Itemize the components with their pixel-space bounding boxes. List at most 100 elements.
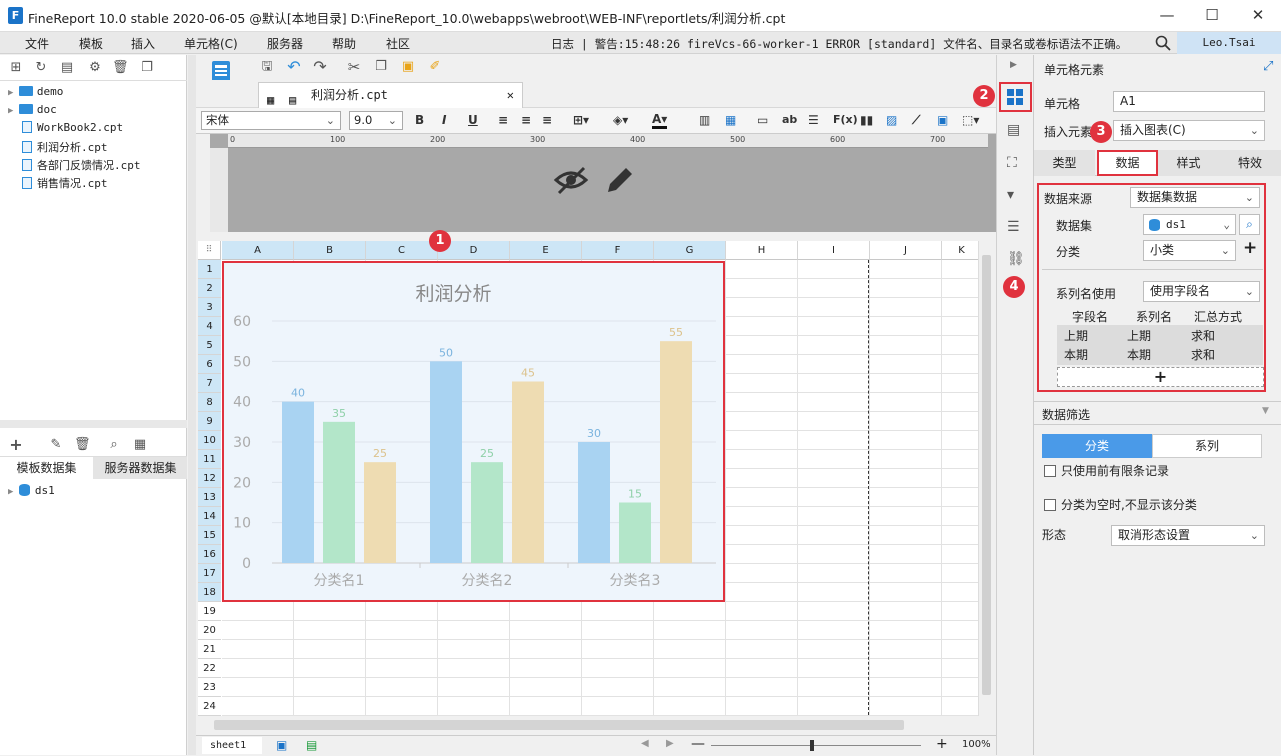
- filter-section-header[interactable]: 数据筛选 ▼: [1034, 401, 1281, 425]
- tab-type[interactable]: 类型: [1034, 150, 1095, 176]
- rich-text-icon[interactable]: ☰: [808, 113, 819, 127]
- add-poly-sheet-icon[interactable]: ▤: [306, 738, 317, 752]
- chart-cell[interactable]: 利润分析 0 10 20 30 40 50 60 40 35 25 分类名1 50 25 45 分类名2 30 1…: [222, 261, 725, 602]
- row-header[interactable]: 21: [198, 640, 221, 659]
- underline-icon[interactable]: U: [468, 113, 478, 127]
- column-header[interactable]: F: [582, 241, 654, 260]
- column-header[interactable]: G: [654, 241, 726, 260]
- minimize-button[interactable]: —: [1147, 4, 1187, 26]
- column-header[interactable]: C: [366, 241, 438, 260]
- condition-icon[interactable]: ☰: [1007, 219, 1020, 235]
- row-header[interactable]: 1: [198, 260, 221, 279]
- tree-item-doc[interactable]: ▶ doc: [8, 103, 57, 116]
- pin-icon[interactable]: ⤢: [1263, 59, 1273, 74]
- series-use-select[interactable]: 使用字段名 ⌄: [1143, 281, 1260, 302]
- shape-select[interactable]: 取消形态设置 ⌄: [1111, 525, 1265, 546]
- hide-eye-icon[interactable]: [553, 162, 589, 198]
- select-all-corner[interactable]: ⠿: [198, 241, 221, 260]
- cut-icon[interactable]: ✂: [346, 59, 362, 75]
- menu-cell[interactable]: 单元格(C): [184, 35, 238, 52]
- formula-icon[interactable]: F(x): [833, 113, 858, 126]
- insert-element-select[interactable]: 插入图表(C) ⌄: [1113, 120, 1265, 141]
- column-header[interactable]: B: [294, 241, 366, 260]
- summary-cell[interactable]: 求和: [1191, 346, 1215, 363]
- row-header[interactable]: 5: [198, 336, 221, 355]
- fill-color-icon[interactable]: ◈▾: [613, 113, 628, 127]
- row-header[interactable]: 22: [198, 659, 221, 678]
- column-header[interactable]: H: [726, 241, 798, 260]
- redo-icon[interactable]: ↷: [312, 59, 328, 75]
- text-icon[interactable]: ab: [782, 113, 797, 126]
- menu-file[interactable]: 文件: [25, 35, 49, 52]
- column-header[interactable]: I: [798, 241, 870, 260]
- column-header[interactable]: A: [222, 241, 294, 260]
- cell-element-button[interactable]: [999, 82, 1032, 112]
- edit-icon[interactable]: ✎: [48, 437, 64, 453]
- menu-server[interactable]: 服务器: [267, 35, 303, 52]
- add-icon[interactable]: +: [8, 437, 24, 453]
- chart-icon[interactable]: ▮▮: [860, 113, 873, 127]
- dataset-item-ds1[interactable]: ▶ ds1: [8, 484, 55, 497]
- filter-tab-category[interactable]: 分类: [1042, 434, 1152, 458]
- format-painter-icon[interactable]: ✐: [427, 59, 443, 75]
- row-header[interactable]: 20: [198, 621, 221, 640]
- add-sheet-icon[interactable]: ▣: [276, 738, 287, 752]
- panel-divider[interactable]: [188, 55, 196, 755]
- row-header[interactable]: 24: [198, 697, 221, 716]
- row-header[interactable]: 12: [198, 469, 221, 488]
- close-button[interactable]: ✕: [1238, 4, 1278, 26]
- horizontal-scroll-thumb[interactable]: [214, 720, 904, 730]
- vertical-scrollbar[interactable]: [978, 241, 993, 716]
- prev-icon[interactable]: ◀: [641, 738, 649, 749]
- new-folder-icon[interactable]: ⊞: [8, 60, 24, 76]
- paste-icon[interactable]: ▣: [400, 59, 416, 75]
- splitter[interactable]: [0, 420, 187, 428]
- source-select[interactable]: 数据集数据 ⌄: [1130, 187, 1260, 208]
- menu-help[interactable]: 帮助: [332, 35, 356, 52]
- add-category-icon[interactable]: +: [1243, 238, 1257, 258]
- horizontal-scrollbar[interactable]: [198, 716, 993, 734]
- tree-item-profit[interactable]: 利润分析.cpt: [22, 139, 108, 155]
- delete-icon[interactable]: 🗑: [112, 60, 129, 76]
- export-icon[interactable]: ▦: [132, 437, 148, 453]
- series-cell[interactable]: 上期: [1127, 327, 1151, 344]
- row-header[interactable]: 6: [198, 355, 221, 374]
- preview-icon[interactable]: ⌕: [106, 437, 122, 453]
- row-header[interactable]: 23: [198, 678, 221, 697]
- cell-input[interactable]: A1: [1113, 91, 1265, 112]
- next-icon[interactable]: ▶: [666, 738, 674, 749]
- row-header[interactable]: 16: [198, 545, 221, 564]
- menu-community[interactable]: 社区: [386, 35, 410, 52]
- zoom-level[interactable]: 100%: [962, 739, 991, 750]
- close-tab-icon[interactable]: ✕: [507, 83, 514, 107]
- sheet-tab[interactable]: sheet1: [202, 737, 262, 754]
- vertical-scroll-thumb[interactable]: [982, 255, 991, 695]
- copy-icon[interactable]: ❐: [139, 60, 155, 76]
- column-header[interactable]: K: [942, 241, 982, 260]
- cell-border-icon[interactable]: ⛶: [1007, 155, 1017, 171]
- tab-data[interactable]: 数据: [1097, 150, 1158, 176]
- font-size-select[interactable]: 9.0 ⌄: [349, 111, 403, 130]
- search-icon[interactable]: [1155, 35, 1171, 51]
- row-header[interactable]: 14: [198, 507, 221, 526]
- column-header[interactable]: E: [510, 241, 582, 260]
- italic-icon[interactable]: I: [442, 113, 446, 127]
- menu-insert[interactable]: 插入: [131, 35, 155, 52]
- save-icon[interactable]: 🖫: [259, 59, 275, 75]
- tree-item-demo[interactable]: ▶ demo: [8, 85, 63, 98]
- tree-item-workbook2[interactable]: WorkBook2.cpt: [22, 121, 123, 134]
- zoom-slider-thumb[interactable]: [810, 740, 814, 751]
- field-cell[interactable]: 上期: [1064, 327, 1088, 344]
- series-cell[interactable]: 本期: [1127, 346, 1151, 363]
- summary-cell[interactable]: 求和: [1191, 327, 1215, 344]
- zoom-out-icon[interactable]: —: [691, 736, 705, 752]
- merge-icon[interactable]: ▥: [699, 113, 710, 127]
- text-cell-icon[interactable]: ▭: [757, 113, 768, 127]
- category-select[interactable]: 小类 ⌄: [1143, 240, 1236, 261]
- align-center-icon[interactable]: ≡: [521, 113, 531, 127]
- align-left-icon[interactable]: ≡: [498, 113, 508, 127]
- filter-tab-series[interactable]: 系列: [1152, 434, 1262, 458]
- slash-icon[interactable]: ⟋: [912, 113, 920, 128]
- row-header[interactable]: 10: [198, 431, 221, 450]
- row-header[interactable]: 13: [198, 488, 221, 507]
